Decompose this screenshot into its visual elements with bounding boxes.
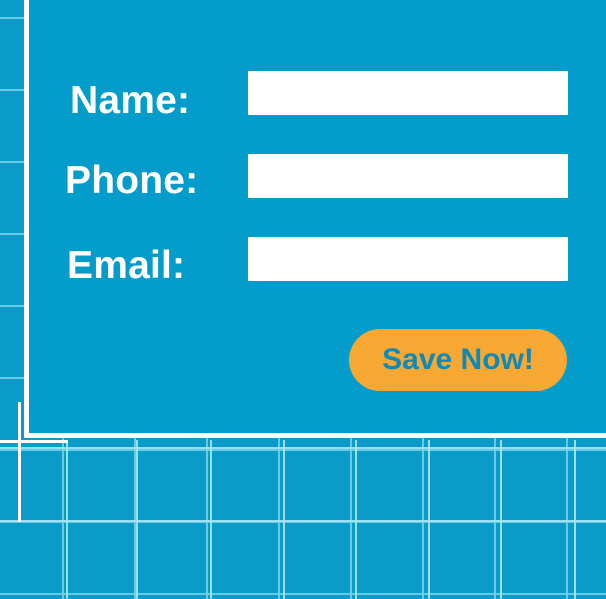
- grid-line: [283, 440, 285, 599]
- grid-line: [136, 440, 138, 599]
- tick-line: [18, 402, 21, 522]
- grid-line: [500, 440, 502, 599]
- grid-line: [0, 447, 606, 449]
- name-label: Name:: [70, 79, 191, 122]
- tick-line: [0, 440, 68, 443]
- grid-line: [428, 440, 430, 599]
- email-label: Email:: [67, 244, 186, 287]
- grid-line: [355, 440, 357, 599]
- save-now-button[interactable]: Save Now!: [349, 329, 567, 391]
- phone-field[interactable]: [248, 154, 568, 198]
- name-field[interactable]: [248, 71, 568, 115]
- grid-line: [0, 520, 606, 522]
- grid-line: [66, 440, 68, 599]
- grid-line: [574, 440, 576, 599]
- email-field[interactable]: [248, 237, 568, 281]
- grid-line: [210, 440, 212, 599]
- phone-label: Phone:: [65, 159, 199, 202]
